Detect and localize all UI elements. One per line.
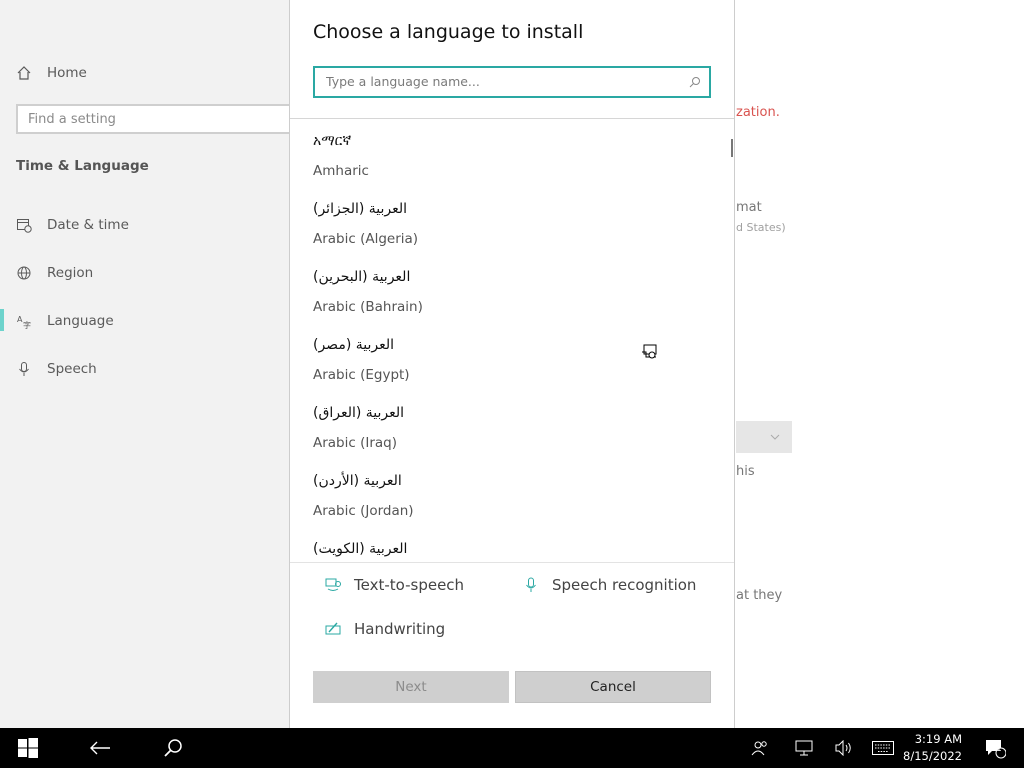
bg-text-region: d States)	[736, 221, 786, 234]
nav-item-label: Date & time	[47, 217, 129, 233]
clock-time: 3:19 AM	[914, 732, 962, 746]
chevron-down-icon	[770, 434, 780, 440]
selected-indicator	[0, 309, 4, 331]
language-native-name: العربية (مصر)	[313, 337, 394, 353]
section-title: Time & Language	[16, 158, 149, 174]
find-setting-placeholder: Find a setting	[28, 112, 116, 127]
feature-label: Handwriting	[354, 620, 446, 638]
back-button[interactable]	[75, 728, 125, 768]
nav-item-label: Language	[47, 313, 114, 329]
action-center-button[interactable]: 1	[980, 728, 1010, 768]
nav-item-label: Region	[47, 265, 94, 281]
bg-text-this: his	[736, 464, 755, 479]
notification-icon	[986, 740, 1006, 759]
handwriting-icon	[325, 622, 341, 635]
feature-label: Speech recognition	[552, 576, 697, 594]
language-item[interactable]: العربية (الجزائر) Arabic (Algeria)	[313, 187, 693, 255]
language-search-field[interactable]	[313, 66, 711, 98]
language-native-name: العربية (البحرين)	[313, 269, 411, 285]
network-icon	[795, 740, 813, 756]
windows-logo-icon	[18, 738, 38, 758]
language-icon: A字	[17, 315, 31, 329]
people-button[interactable]	[745, 728, 775, 768]
footer-separator	[290, 562, 734, 563]
dialog-title: Choose a language to install	[313, 21, 584, 43]
bg-dropdown	[736, 421, 792, 453]
volume-button[interactable]	[829, 728, 859, 768]
bg-text-format: mat	[736, 200, 762, 215]
nav-item-label: Speech	[47, 361, 97, 377]
language-english-name: Arabic (Iraq)	[313, 435, 397, 451]
nav-item-speech[interactable]: Speech	[16, 361, 97, 377]
next-button[interactable]: Next	[313, 671, 509, 703]
language-item[interactable]: العربية (العراق) Arabic (Iraq)	[313, 391, 693, 459]
feature-speech-recognition: Speech recognition	[522, 576, 696, 594]
home-nav-item[interactable]: Home	[16, 65, 87, 81]
busy-cursor-icon	[642, 344, 657, 359]
microphone-icon	[19, 362, 29, 376]
feature-label: Text-to-speech	[354, 576, 465, 594]
keyboard-icon	[872, 741, 894, 755]
choose-language-dialog: Choose a language to install አማርኛ Amhari…	[289, 0, 735, 728]
section-title-text: Time & Language	[16, 158, 149, 174]
language-english-name: Amharic	[313, 163, 369, 179]
feature-text-to-speech: Text-to-speech	[324, 576, 464, 594]
bg-error-text: zation.	[736, 105, 780, 120]
start-button[interactable]	[0, 728, 56, 768]
language-list: አማርኛ Amharic العربية (الجزائر) Arabic (A…	[290, 119, 734, 562]
language-english-name: Arabic (Algeria)	[313, 231, 419, 247]
globe-icon	[17, 266, 31, 280]
search-button[interactable]	[148, 728, 198, 768]
language-english-name: Arabic (Jordan)	[313, 503, 414, 519]
find-setting-input[interactable]: Find a setting	[16, 104, 306, 134]
nav-item-region[interactable]: Region	[16, 265, 93, 281]
language-native-name: አማርኛ	[313, 133, 352, 149]
people-icon	[751, 741, 767, 756]
microphone-icon	[526, 577, 536, 592]
language-item[interactable]: العربية (مصر) Arabic (Egypt)	[313, 323, 693, 391]
home-label: Home	[47, 65, 87, 81]
language-native-name: العربية (الجزائر)	[313, 201, 408, 217]
taskbar-clock[interactable]: 3:19 AM 8/15/2022	[892, 731, 962, 765]
feature-handwriting: Handwriting	[324, 620, 445, 638]
taskbar: 3:19 AM 8/15/2022 1	[0, 728, 1024, 768]
language-native-name: العربية (العراق)	[313, 405, 405, 421]
list-scrollbar[interactable]	[731, 139, 733, 157]
volume-icon	[835, 740, 851, 756]
language-native-name: العربية (الكويت)	[313, 541, 408, 557]
language-item[interactable]: አማርኛ Amharic	[313, 119, 693, 187]
language-item[interactable]: العربية (الأردن) Arabic (Jordan)	[313, 459, 693, 527]
back-arrow-icon	[90, 741, 110, 755]
notification-count: 1	[996, 744, 1002, 754]
language-native-name: العربية (الأردن)	[313, 473, 402, 489]
calendar-clock-icon	[17, 219, 32, 233]
nav-item-language[interactable]: A字 Language	[16, 313, 114, 329]
bg-text-they: at they	[736, 588, 783, 603]
search-icon	[164, 739, 182, 757]
search-icon	[689, 77, 700, 88]
language-item[interactable]: العربية (البحرين) Arabic (Bahrain)	[313, 255, 693, 323]
settings-nav-pane: Home Find a setting Time & Language Date…	[0, 0, 306, 728]
clock-date: 8/15/2022	[903, 749, 962, 763]
language-english-name: Arabic (Egypt)	[313, 367, 410, 383]
network-button[interactable]	[789, 728, 819, 768]
text-to-speech-icon	[325, 578, 341, 591]
nav-item-date-time[interactable]: Date & time	[16, 217, 129, 233]
language-item[interactable]: العربية (الكويت)	[313, 527, 693, 562]
svg-text:字: 字	[23, 320, 31, 329]
language-english-name: Arabic (Bahrain)	[313, 299, 423, 315]
language-search-input[interactable]	[324, 73, 678, 90]
cancel-button[interactable]: Cancel	[515, 671, 711, 703]
home-icon	[17, 66, 31, 80]
